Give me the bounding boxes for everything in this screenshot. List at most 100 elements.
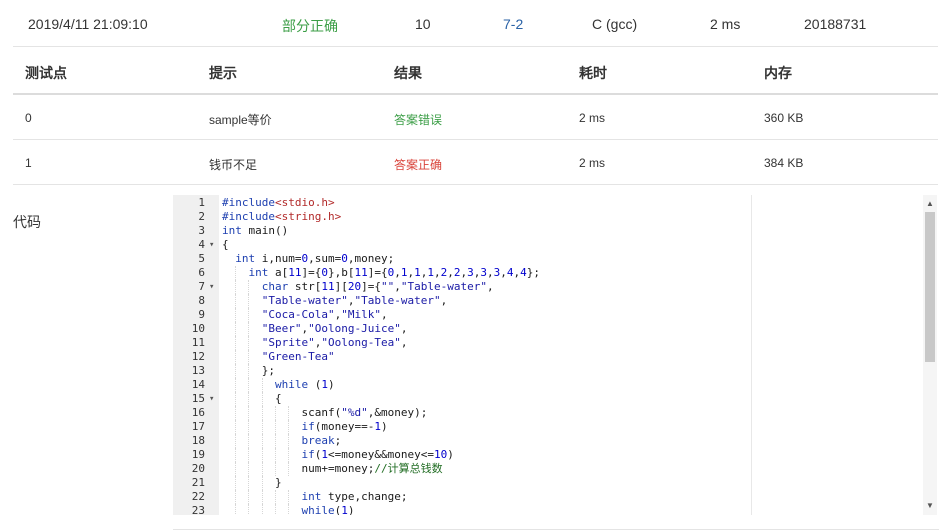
line-number: 18 <box>191 434 205 447</box>
code-line[interactable]: 6 int a[11]={0},b[11]={0,1,1,1,2,2,3,3,3… <box>173 266 923 280</box>
indent-guide <box>248 392 250 406</box>
case-hint: 钱币不足 <box>209 158 258 172</box>
caret-down-icon[interactable]: ▾ <box>209 392 217 406</box>
indent-guide <box>235 336 237 350</box>
code-line[interactable]: 1 #include<stdio.h> <box>173 196 923 210</box>
indent-guide <box>274 490 276 504</box>
indent-guide <box>235 322 237 336</box>
code-text: char str[11][20]={"","Table-water", <box>261 280 494 293</box>
indent-guide <box>248 476 250 490</box>
code-line[interactable]: 15 ▾ { <box>173 392 923 406</box>
line-number: 20 <box>191 462 205 475</box>
code-label: 代码 <box>13 214 41 230</box>
code-line[interactable]: 3 int main() <box>173 224 923 238</box>
line-number: 23 <box>191 504 205 515</box>
code-line[interactable]: 22 int type,change; <box>173 490 923 504</box>
vertical-scrollbar[interactable]: ▲ ▼ <box>923 195 937 515</box>
case-memory: 384 KB <box>764 156 804 170</box>
code-line[interactable]: 16 scanf("%d",&money); <box>173 406 923 420</box>
case-memory: 360 KB <box>764 111 804 125</box>
indent-guide <box>288 434 289 448</box>
line-number: 14 <box>191 378 205 391</box>
code-line[interactable]: 11 "Sprite","Oolong-Tea", <box>173 336 923 350</box>
code-line[interactable]: 2 #include<string.h> <box>173 210 923 224</box>
caret-down-icon[interactable]: ▾ <box>209 238 217 252</box>
code-text: break; <box>301 434 342 447</box>
test-case-table: 测试点 提示 结果 耗时 内存 0 sample等价 答案错误 2 ms 360… <box>13 46 938 185</box>
code-line[interactable]: 20 num+=money;//计算总钱数 <box>173 462 923 476</box>
table-row: 1 钱币不足 答案正确 2 ms 384 KB <box>13 140 938 185</box>
code-text: "Sprite","Oolong-Tea", <box>261 336 408 349</box>
code-line[interactable]: 19 if(1<=money&&money<=10) <box>173 448 923 462</box>
code-line[interactable]: 9 "Coca-Cola","Milk", <box>173 308 923 322</box>
line-number: 4 <box>198 238 205 251</box>
code-text: "Coca-Cola","Milk", <box>261 308 388 321</box>
indent-guide <box>235 406 237 420</box>
code-line[interactable]: 13 }; <box>173 364 923 378</box>
header-time: 耗时 <box>579 65 607 81</box>
indent-guide <box>235 434 237 448</box>
line-number: 9 <box>198 308 205 321</box>
code-text: #include<string.h> <box>222 210 342 223</box>
code-line[interactable]: 17 if(money==-1) <box>173 420 923 434</box>
submit-time: 2019/4/11 21:09:10 <box>28 16 148 32</box>
indent-guide <box>288 490 289 504</box>
indent-guide <box>235 350 237 364</box>
code-line[interactable]: 21 } <box>173 476 923 490</box>
indent-guide <box>274 420 276 434</box>
line-number: 17 <box>191 420 205 433</box>
caret-down-icon[interactable]: ▾ <box>209 280 217 294</box>
code-text: { <box>222 238 229 251</box>
indent-guide <box>235 266 237 280</box>
line-number: 10 <box>191 322 205 335</box>
indent-guide <box>235 308 237 322</box>
code-text: int main() <box>222 224 289 237</box>
code-line[interactable]: 4 ▾ { <box>173 238 923 252</box>
code-line[interactable]: 5 int i,num=0,sum=0,money; <box>173 252 923 266</box>
arrow-up-icon[interactable]: ▲ <box>923 197 937 211</box>
code-text: { <box>222 392 282 405</box>
code-line[interactable]: 12 "Green-Tea" <box>173 350 923 364</box>
indent-guide <box>274 434 276 448</box>
header-memory: 内存 <box>764 65 792 81</box>
line-number: 6 <box>198 266 205 279</box>
code-line[interactable]: 23 while(1) <box>173 504 923 515</box>
line-number: 2 <box>198 210 205 223</box>
code-content[interactable]: 1 #include<stdio.h> 2 #include<string.h> 3 in… <box>173 195 923 515</box>
arrow-down-icon[interactable]: ▼ <box>923 499 937 513</box>
code-line[interactable]: 10 "Beer","Oolong-Juice", <box>173 322 923 336</box>
indent-guide <box>248 420 250 434</box>
code-text: int a[11]={0},b[11]={0,1,1,1,2,2,3,3,3,4… <box>248 266 541 279</box>
indent-guide <box>288 406 289 420</box>
duration: 2 ms <box>710 16 741 32</box>
indent-guide <box>235 392 237 406</box>
indent-guide <box>274 406 276 420</box>
code-text: #include<stdio.h> <box>222 196 335 209</box>
indent-guide <box>235 378 237 392</box>
code-text: "Table-water","Table-water", <box>261 294 448 307</box>
code-text: int type,change; <box>301 490 408 503</box>
code-line[interactable]: 7 ▾ char str[11][20]={"","Table-water", <box>173 280 923 294</box>
line-number: 15 <box>191 392 205 405</box>
header-case: 测试点 <box>25 65 67 81</box>
code-text: if(1<=money&&money<=10) <box>301 448 454 461</box>
line-number: 8 <box>198 294 205 307</box>
indent-guide <box>248 448 250 462</box>
code-text: if(money==-1) <box>301 420 388 433</box>
scrollbar-thumb[interactable] <box>925 212 935 362</box>
indent-guide <box>274 462 276 476</box>
line-number: 1 <box>198 196 205 209</box>
line-number: 7 <box>198 280 205 293</box>
problem-link[interactable]: 7-2 <box>503 16 523 32</box>
code-editor[interactable]: 1 #include<stdio.h> 2 #include<string.h> 3 in… <box>173 195 937 515</box>
indent-guide <box>235 504 237 515</box>
case-id: 0 <box>25 111 32 125</box>
indent-guide <box>248 322 250 336</box>
indent-guide <box>248 280 250 294</box>
code-line[interactable]: 18 break; <box>173 434 923 448</box>
line-number: 3 <box>198 224 205 237</box>
code-line[interactable]: 8 "Table-water","Table-water", <box>173 294 923 308</box>
indent-guide <box>235 294 237 308</box>
indent-guide <box>248 336 250 350</box>
code-line[interactable]: 14 while (1) <box>173 378 923 392</box>
